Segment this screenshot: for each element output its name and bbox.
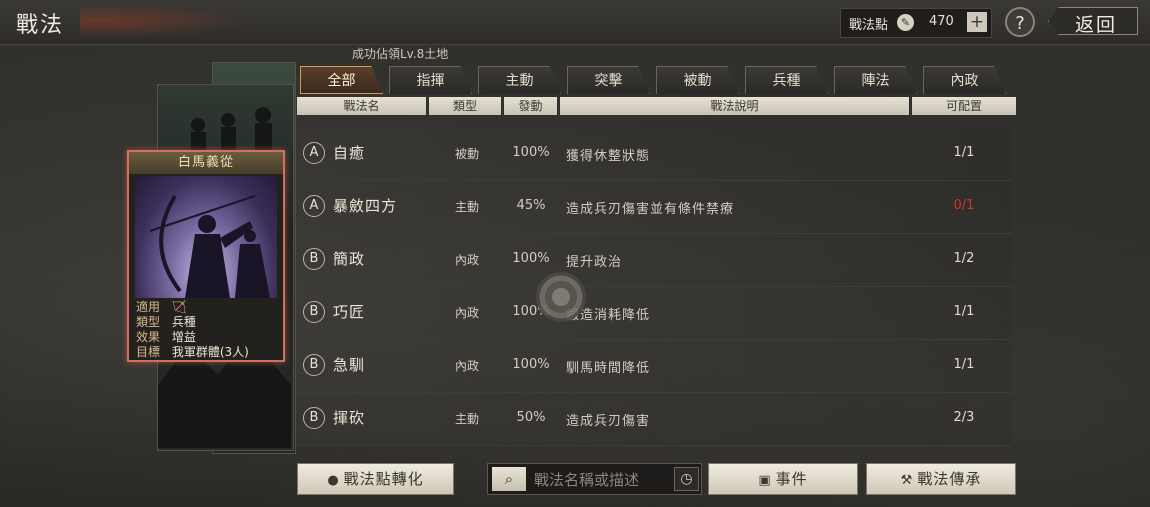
- skill-type: 主動: [454, 412, 479, 426]
- skill-description: 馴馬時間降低: [566, 361, 651, 376]
- skill-name: 揮砍: [333, 409, 366, 427]
- skill-capacity: 1/2: [953, 251, 975, 266]
- skill-row[interactable]: B 簡政 內政 100% 提升政治 1/2: [296, 234, 1012, 287]
- grade-badge: B: [303, 354, 325, 376]
- grade-badge: B: [303, 301, 325, 323]
- card-info-row: 效果 增益: [136, 330, 276, 345]
- tab-passive[interactable]: 被動: [656, 66, 739, 94]
- skill-type: 內政: [454, 253, 479, 267]
- info-key: 適用: [136, 300, 161, 314]
- skill-capacity: 1/1: [953, 304, 975, 319]
- column-header-rate[interactable]: 發動: [504, 97, 557, 115]
- back-button[interactable]: 返回: [1048, 7, 1138, 35]
- skill-rate: 100%: [512, 251, 550, 266]
- search-icon[interactable]: ⌕: [492, 467, 526, 491]
- card-info: 適用 🏹 類型 兵種 效果 增益 目標 我軍群體(3人): [136, 300, 276, 360]
- tab-command[interactable]: 指揮: [389, 66, 472, 94]
- skill-type: 主動: [454, 200, 479, 214]
- skill-type: 內政: [454, 359, 479, 373]
- skill-points-display: 戰法點 ✎ 470 +: [840, 8, 992, 38]
- info-key: 效果: [136, 330, 161, 344]
- top-bar: 戰法 戰法點 ✎ 470 + ? 返回: [0, 0, 1150, 45]
- skill-description: 提升政治: [566, 255, 623, 270]
- card-title: 白馬義從: [129, 152, 283, 174]
- bow-icon: 🏹: [171, 300, 187, 314]
- title-decoration: [80, 4, 250, 38]
- card-info-row: 目標 我軍群體(3人): [136, 345, 276, 360]
- skill-points-value: 470: [929, 14, 954, 29]
- page-title: 戰法: [16, 13, 65, 38]
- grade-badge: A: [303, 142, 325, 164]
- tab-troop[interactable]: 兵種: [745, 66, 828, 94]
- column-header-type[interactable]: 類型: [429, 97, 501, 115]
- skill-list: A 自癒 被動 100% 獲得休整狀態 1/1 A 暴斂四方 主動 45% 造成…: [296, 128, 1012, 446]
- inherit-skill-button[interactable]: ⚒ 戰法傳承: [866, 463, 1016, 495]
- skill-capacity: 0/1: [953, 198, 975, 213]
- history-clock-icon[interactable]: ◷: [674, 467, 699, 491]
- skill-capacity: 1/1: [953, 357, 975, 372]
- skill-capacity: 2/3: [953, 410, 975, 425]
- skill-row[interactable]: B 揮砍 主動 50% 造成兵刃傷害 2/3: [296, 393, 1012, 446]
- archer-illustration: [135, 176, 277, 298]
- tab-all[interactable]: 全部: [300, 66, 383, 94]
- info-value: 兵種: [171, 315, 196, 329]
- skill-points-icon: ✎: [897, 14, 914, 31]
- skill-description: 造成兵刃傷害並有條件禁療: [566, 202, 735, 217]
- event-button[interactable]: ▣ 事件: [708, 463, 858, 495]
- skill-name: 巧匠: [333, 303, 366, 321]
- card-info-row: 適用 🏹: [136, 300, 276, 315]
- scroll-message: 成功佔領Lv.8土地: [352, 47, 449, 61]
- info-key: 類型: [136, 315, 161, 329]
- skill-type: 被動: [454, 147, 479, 161]
- tab-assault[interactable]: 突擊: [567, 66, 650, 94]
- column-header-name[interactable]: 戰法名: [297, 97, 426, 115]
- grade-badge: A: [303, 195, 325, 217]
- tab-active[interactable]: 主動: [478, 66, 561, 94]
- skill-rate: 45%: [516, 198, 546, 213]
- add-points-button[interactable]: +: [967, 12, 987, 32]
- skill-row[interactable]: B 急馴 內政 100% 馴馬時間降低 1/1: [296, 340, 1012, 393]
- loading-spinner-icon: [536, 272, 586, 322]
- card-info-row: 類型 兵種: [136, 315, 276, 330]
- skill-name: 自癒: [333, 144, 366, 162]
- grade-badge: B: [303, 248, 325, 270]
- hammer-icon: ⚒: [900, 473, 914, 488]
- help-button[interactable]: ?: [1005, 7, 1035, 37]
- convert-points-label: 戰法點轉化: [343, 470, 424, 488]
- info-key: 目標: [136, 345, 161, 359]
- skill-capacity: 1/1: [953, 145, 975, 160]
- back-button-label: 返回: [1075, 14, 1118, 36]
- tab-internal[interactable]: 內政: [923, 66, 1006, 94]
- skill-rate: 50%: [516, 410, 546, 425]
- grade-badge: B: [303, 407, 325, 429]
- info-value: 增益: [171, 330, 196, 344]
- tab-formation[interactable]: 陣法: [834, 66, 917, 94]
- skill-row[interactable]: A 自癒 被動 100% 獲得休整狀態 1/1: [296, 128, 1012, 181]
- alert-icon: ▣: [758, 473, 772, 488]
- convert-points-button[interactable]: ● 戰法點轉化: [297, 463, 454, 495]
- skill-name: 急馴: [333, 356, 366, 374]
- skill-description: 獲得休整狀態: [566, 149, 651, 164]
- skill-name: 暴斂四方: [333, 197, 398, 215]
- skill-description: 造成兵刃傷害: [566, 414, 651, 429]
- column-header-description: 戰法說明: [560, 97, 909, 115]
- search-bar: ⌕ ◷: [487, 463, 702, 495]
- skill-rate: 100%: [512, 357, 550, 372]
- category-tabs: 全部 指揮 主動 突擊 被動 兵種 陣法 內政: [300, 66, 1015, 96]
- skill-rate: 100%: [512, 145, 550, 160]
- flame-icon: ●: [327, 473, 340, 488]
- info-value: 我軍群體(3人): [171, 345, 249, 359]
- skill-name: 簡政: [333, 250, 366, 268]
- search-input[interactable]: [532, 468, 671, 492]
- column-header-capacity[interactable]: 可配置: [912, 97, 1016, 115]
- inherit-skill-label: 戰法傳承: [917, 470, 982, 488]
- selected-skill-card[interactable]: 白馬義從 適用 🏹 類型 兵種 效果 增益 目標 我軍群體(3人): [127, 150, 285, 362]
- skill-points-label: 戰法點: [849, 18, 889, 33]
- skill-row[interactable]: A 暴斂四方 主動 45% 造成兵刃傷害並有條件禁療 0/1: [296, 181, 1012, 234]
- skill-row[interactable]: B 巧匠 內政 100% 鍛造消耗降低 1/1: [296, 287, 1012, 340]
- event-label: 事件: [775, 470, 808, 488]
- skill-type: 內政: [454, 306, 479, 320]
